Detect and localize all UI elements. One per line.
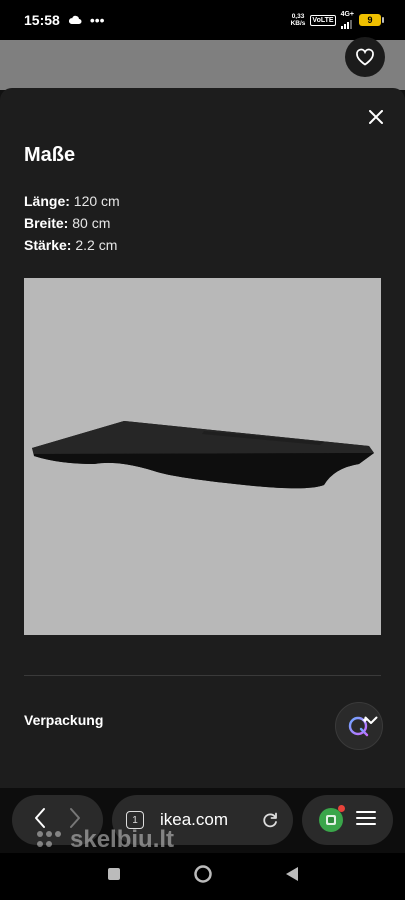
modal-title: Maße (24, 144, 76, 166)
battery-level: 9 (367, 15, 373, 25)
net-speed: 0,33 KB/s (291, 13, 306, 27)
android-navigation-bar (0, 853, 405, 900)
net-speed-unit: KB/s (290, 20, 306, 27)
packaging-accordion[interactable]: Verpackung (24, 700, 381, 740)
spec-thickness: Stärke: 2.2 cm (24, 234, 120, 256)
battery-icon: 9 (359, 14, 384, 26)
reload-icon[interactable] (261, 811, 279, 829)
hamburger-menu-icon[interactable] (356, 810, 377, 831)
spec-value: 80 cm (72, 215, 111, 231)
watermark-text: skelbiu.lt (70, 826, 175, 853)
spec-length: Länge: 120 cm (24, 190, 120, 212)
recents-icon[interactable] (107, 867, 121, 886)
dimensions-modal: Maße Länge: 120 cm Breite: 80 cm Stärke:… (0, 88, 405, 788)
net-speed-value: 0,33 (291, 13, 305, 20)
spec-value: 120 cm (73, 193, 120, 209)
product-image (24, 278, 381, 635)
more-notifications-icon: ••• (89, 12, 105, 28)
page-background (0, 40, 405, 90)
screen: 15:58 ••• 0,33 KB/s VoLTE 4G+ 9 Maße Län… (0, 0, 405, 900)
cloud-icon (68, 15, 82, 24)
menu-pill (302, 795, 393, 845)
watermark: skelbiu.lt (34, 826, 174, 854)
accordion-label: Verpackung (24, 712, 104, 728)
spec-key: Länge: (24, 193, 70, 209)
close-icon (369, 110, 383, 124)
status-time: 15:58 (24, 12, 60, 28)
volte-badge: VoLTE (310, 14, 336, 26)
favorite-button[interactable] (345, 37, 385, 77)
spec-value: 2.2 cm (75, 237, 118, 253)
signal-icon: 4G+ (340, 11, 354, 29)
divider (24, 675, 381, 676)
spec-key: Breite: (24, 215, 69, 231)
close-button[interactable] (361, 102, 391, 132)
home-icon[interactable] (193, 864, 213, 889)
desktop-illustration (32, 421, 374, 489)
status-right: 0,33 KB/s VoLTE 4G+ 9 (291, 11, 384, 29)
spec-list: Länge: 120 cm Breite: 80 cm Stärke: 2.2 … (24, 190, 120, 256)
spec-width: Breite: 80 cm (24, 212, 120, 234)
back-icon[interactable] (285, 866, 299, 887)
extension-icon[interactable] (318, 805, 345, 832)
chevron-down-icon (361, 710, 381, 730)
watermark-logo-icon (37, 831, 61, 847)
network-type: 4G+ (340, 11, 354, 18)
notification-dot (337, 805, 345, 812)
status-bar: 15:58 ••• 0,33 KB/s VoLTE 4G+ 9 (0, 0, 405, 40)
spec-key: Stärke: (24, 237, 72, 253)
status-left-icons: ••• (68, 12, 105, 28)
heart-icon (356, 48, 374, 66)
